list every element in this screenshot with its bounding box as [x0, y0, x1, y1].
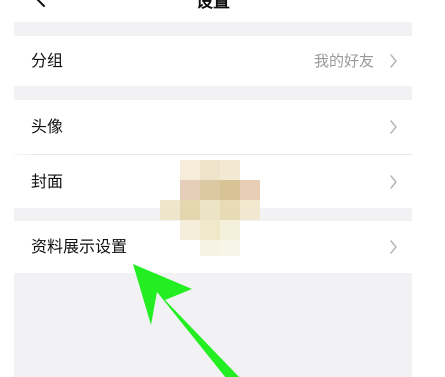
- avatar-label: 头像: [31, 117, 64, 136]
- cover-row[interactable]: 封面: [14, 155, 412, 208]
- cover-label: 封面: [31, 171, 64, 191]
- group-row[interactable]: 分组 我的好友: [14, 36, 412, 86]
- page-title: 设置: [196, 0, 230, 12]
- group-label: 分组: [31, 51, 64, 70]
- nav-bar: 设置: [14, 0, 412, 22]
- avatar-row[interactable]: 头像: [14, 100, 412, 154]
- chevron-right-icon: [390, 240, 397, 254]
- profile-display-settings-label: 资料展示设置: [31, 237, 128, 256]
- profile-display-settings-row[interactable]: 资料展示设置: [14, 221, 412, 273]
- group-value: 我的好友: [313, 52, 374, 70]
- chevron-right-icon: [390, 54, 397, 68]
- chevron-right-icon: [390, 174, 397, 189]
- chevron-right-icon: [390, 120, 397, 134]
